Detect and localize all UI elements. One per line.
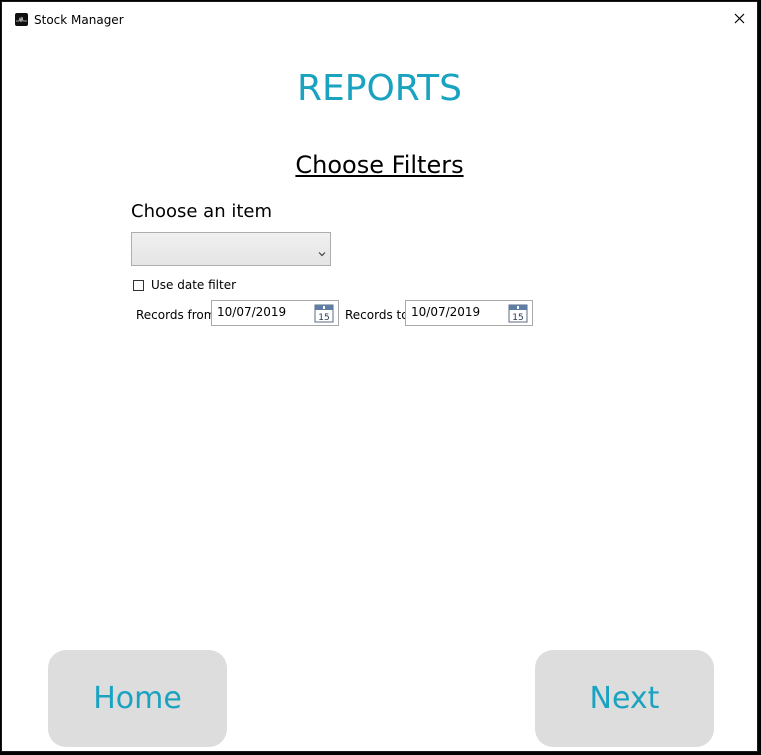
records-to-value: 10/07/2019 bbox=[411, 305, 481, 319]
date-filter-checkbox[interactable] bbox=[133, 279, 144, 291]
item-dropdown[interactable] bbox=[131, 232, 331, 266]
next-button[interactable]: Next bbox=[535, 650, 714, 747]
calendar-icon[interactable]: 15 bbox=[314, 303, 334, 323]
app-window: Stock Manager REPORTS Choose Filters Cho… bbox=[1, 1, 758, 752]
calendar-day: 15 bbox=[318, 313, 329, 323]
section-title: Choose Filters bbox=[295, 151, 464, 179]
records-from-value: 10/07/2019 bbox=[217, 305, 287, 319]
date-filter-label: Use date filter bbox=[151, 278, 237, 292]
records-from-datepicker[interactable]: 10/07/2019 15 bbox=[211, 300, 339, 326]
records-from-label: Records from bbox=[136, 308, 216, 322]
page-title: REPORTS bbox=[296, 68, 463, 109]
calendar-day: 15 bbox=[512, 313, 523, 323]
next-button-label: Next bbox=[589, 681, 660, 716]
records-to-label: Records to bbox=[345, 308, 409, 322]
home-button[interactable]: Home bbox=[48, 650, 227, 747]
choose-item-label: Choose an item bbox=[131, 201, 273, 222]
close-icon bbox=[734, 11, 745, 29]
home-button-label: Home bbox=[93, 681, 182, 716]
close-button[interactable] bbox=[721, 2, 757, 38]
date-filter-checkbox-row[interactable]: Use date filter bbox=[133, 277, 236, 293]
window-title: Stock Manager bbox=[34, 13, 124, 27]
app-icon bbox=[15, 13, 28, 26]
records-to-datepicker[interactable]: 10/07/2019 15 bbox=[405, 300, 533, 326]
calendar-icon[interactable]: 15 bbox=[508, 303, 528, 323]
chevron-down-icon bbox=[318, 245, 326, 257]
title-bar: Stock Manager bbox=[2, 2, 757, 38]
